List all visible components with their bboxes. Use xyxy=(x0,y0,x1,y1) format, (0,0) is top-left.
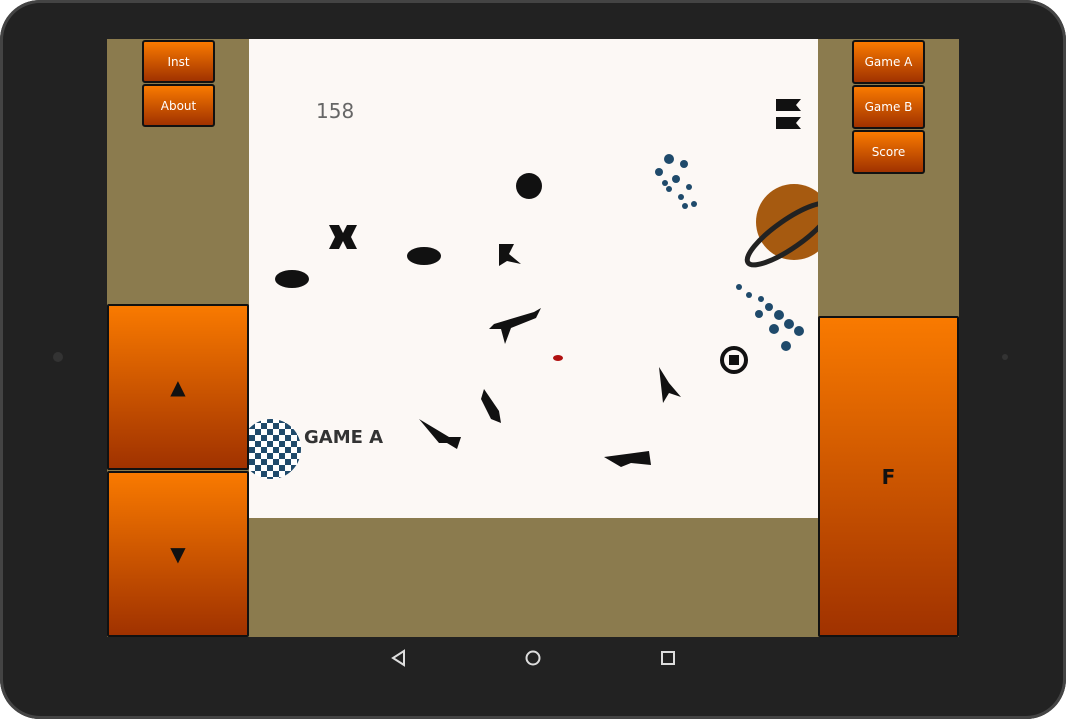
cursor-ship-sprite xyxy=(659,367,681,403)
playfield[interactable]: 158 GAME A xyxy=(249,39,818,518)
game-mode-label: GAME A xyxy=(304,427,384,448)
up-button[interactable]: ▲ xyxy=(107,304,249,470)
game-a-button[interactable]: Game A xyxy=(852,40,925,84)
ufo-sprite xyxy=(275,270,309,288)
recents-icon[interactable] xyxy=(658,648,678,668)
asteroid-dots-2 xyxy=(736,284,804,351)
tablet-frame: Inst About Game A Game B Score ▲ ▼ F 158 xyxy=(0,0,1066,719)
x-fighter-sprite xyxy=(329,225,357,249)
score-button[interactable]: Score xyxy=(852,130,925,174)
tie-sprite xyxy=(499,244,521,266)
checkered-planet xyxy=(249,419,301,479)
planet-ringed-large xyxy=(744,184,818,268)
inst-button[interactable]: Inst xyxy=(142,40,215,83)
rocket-sprite xyxy=(419,419,461,449)
down-button[interactable]: ▼ xyxy=(107,471,249,637)
bottle-rocket-sprite xyxy=(481,389,501,423)
about-button[interactable]: About xyxy=(142,84,215,127)
player-shot xyxy=(553,355,563,361)
asteroid-dots-1 xyxy=(655,154,697,209)
game-b-button[interactable]: Game B xyxy=(852,85,925,129)
zigzag-sprite xyxy=(776,99,801,129)
app-screen: Inst About Game A Game B Score ▲ ▼ F 158 xyxy=(107,39,959,637)
jet-sprite xyxy=(604,451,651,467)
shuttle-sprite xyxy=(489,308,541,344)
saturn-sprite xyxy=(407,247,441,265)
crosshair-center xyxy=(729,355,739,365)
back-icon[interactable] xyxy=(389,648,409,668)
fire-button[interactable]: F xyxy=(818,316,959,637)
satellite-sprite xyxy=(516,173,542,199)
camera xyxy=(53,352,63,362)
home-icon[interactable] xyxy=(523,648,543,668)
sensor xyxy=(1002,354,1008,360)
